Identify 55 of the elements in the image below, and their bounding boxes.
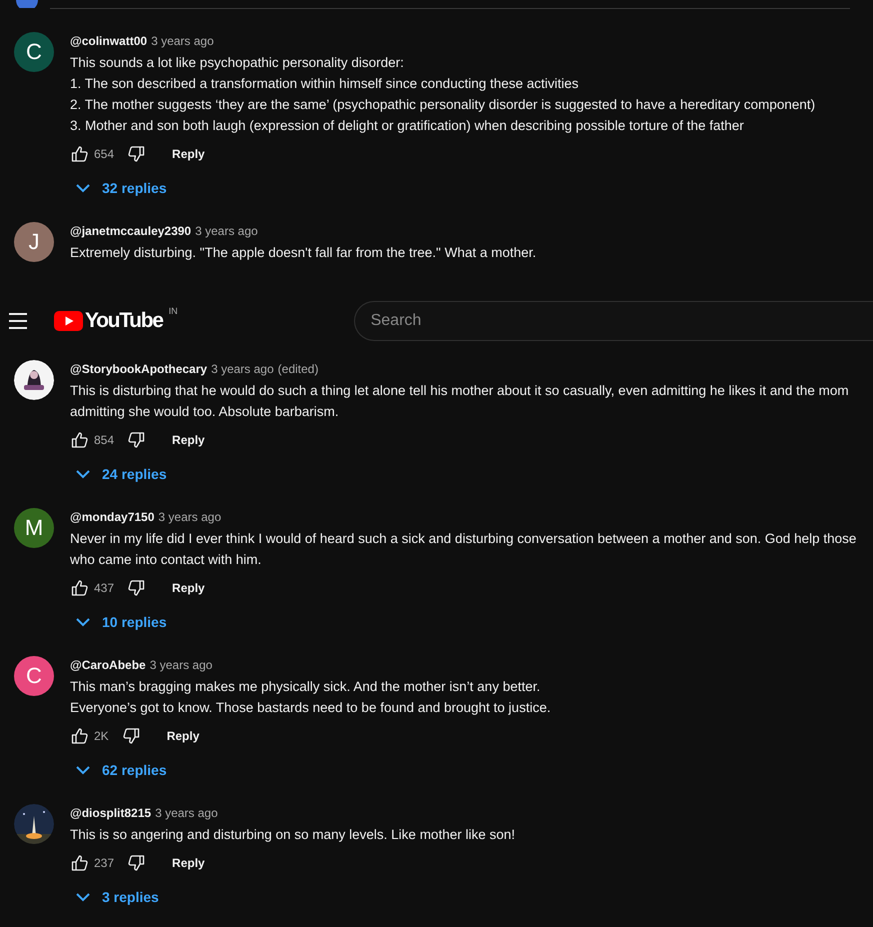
like-icon[interactable] [70,853,90,873]
timestamp: 3 years ago [211,361,274,378]
comment-text: Extremely disturbing. "The apple doesn't fall far from the tree." What a mother. [70,244,538,262]
timestamp: 3 years ago [195,223,258,240]
reply-button[interactable]: Reply [160,141,217,167]
comment-text: This man’s bragging makes me physically sick. And the mother isn’t any better. Everyone’s got to know. Those bastards need to be found and brought to justice. [70,678,552,717]
author-name[interactable]: @StorybookApothecary [70,360,208,378]
timestamp: 3 years ago [151,33,214,50]
author-name[interactable]: @monday7150 [70,508,154,526]
reply-button[interactable]: Reply [160,575,217,601]
author-name[interactable]: @janetmccauley2390 [70,222,192,240]
dislike-icon[interactable] [126,430,146,450]
like-count: 854 [94,433,114,447]
replies-button[interactable]: 24 replies [70,458,175,490]
timestamp: 3 years ago [158,509,222,526]
logo[interactable]: YouTube $^{IN}$ [54,306,178,336]
avatar: C [14,656,54,696]
comment-text: This is disturbing that he would do such a thing let alone tell his mother about it so casually, even admitting he likes it and the mom admitting she would too. Absolute barbarism. [70,382,850,421]
avatar: C [14,32,54,72]
dislike-icon[interactable] [120,726,141,746]
author-name[interactable]: @CaroAbebe [70,656,146,674]
play-icon [54,311,83,331]
avatar: J [14,222,54,262]
country-code: IN [168,306,178,316]
replies-button[interactable]: 62 replies [70,754,175,786]
timestamp: 3 years ago [155,805,218,822]
replies-button[interactable]: 10 replies [70,606,175,638]
dislike-icon[interactable] [126,144,146,164]
like-icon[interactable] [70,430,90,450]
author-name[interactable]: @diosplit8215 [70,804,152,822]
like-icon[interactable] [70,578,90,598]
comment-text: This is so angering and disturbing on so many levels. Like mother like son! [70,826,516,844]
search-field[interactable]: Search [354,301,873,341]
menu-icon[interactable] [9,313,27,329]
logo-text: YouTube [85,309,163,333]
avatar-icon [16,0,38,8]
timestamp: 3 years ago [150,657,212,674]
replies-button[interactable]: 32 replies [70,172,175,204]
reply-button[interactable]: Reply [160,850,217,876]
dislike-icon[interactable] [126,578,146,598]
reply-button[interactable]: Reply [154,723,212,749]
dislike-icon[interactable] [126,853,146,873]
author-name[interactable]: @colinwatt00 [70,32,148,50]
edited-label: (edited) [278,361,318,378]
reply-button[interactable]: Reply [160,427,217,453]
like-icon[interactable] [70,144,90,164]
like-count: 237 [94,856,114,870]
like-count: 2K [94,729,109,743]
like-count: 654 [94,147,114,161]
avatar: M [14,508,54,548]
replies-button[interactable]: 3 replies [70,881,167,913]
comment-text: This sounds a lot like psychopathic personality disorder: 1. The son described a transformation within himself since conducting these activities 2. The mother suggests ‘they are the same’ (psychopathic personality disorder is suggested to have a hereditary component) 3. Mother and son both laugh (expression of delight or gratification) when describing possible torture of the father [70,54,816,135]
like-icon[interactable] [70,726,90,746]
like-count: 437 [94,581,114,595]
comment-text: Never in my life did I ever think I would of heard such a sick and disturbing conversation between a mother and son. God help those who came into contact with him. [70,530,858,569]
